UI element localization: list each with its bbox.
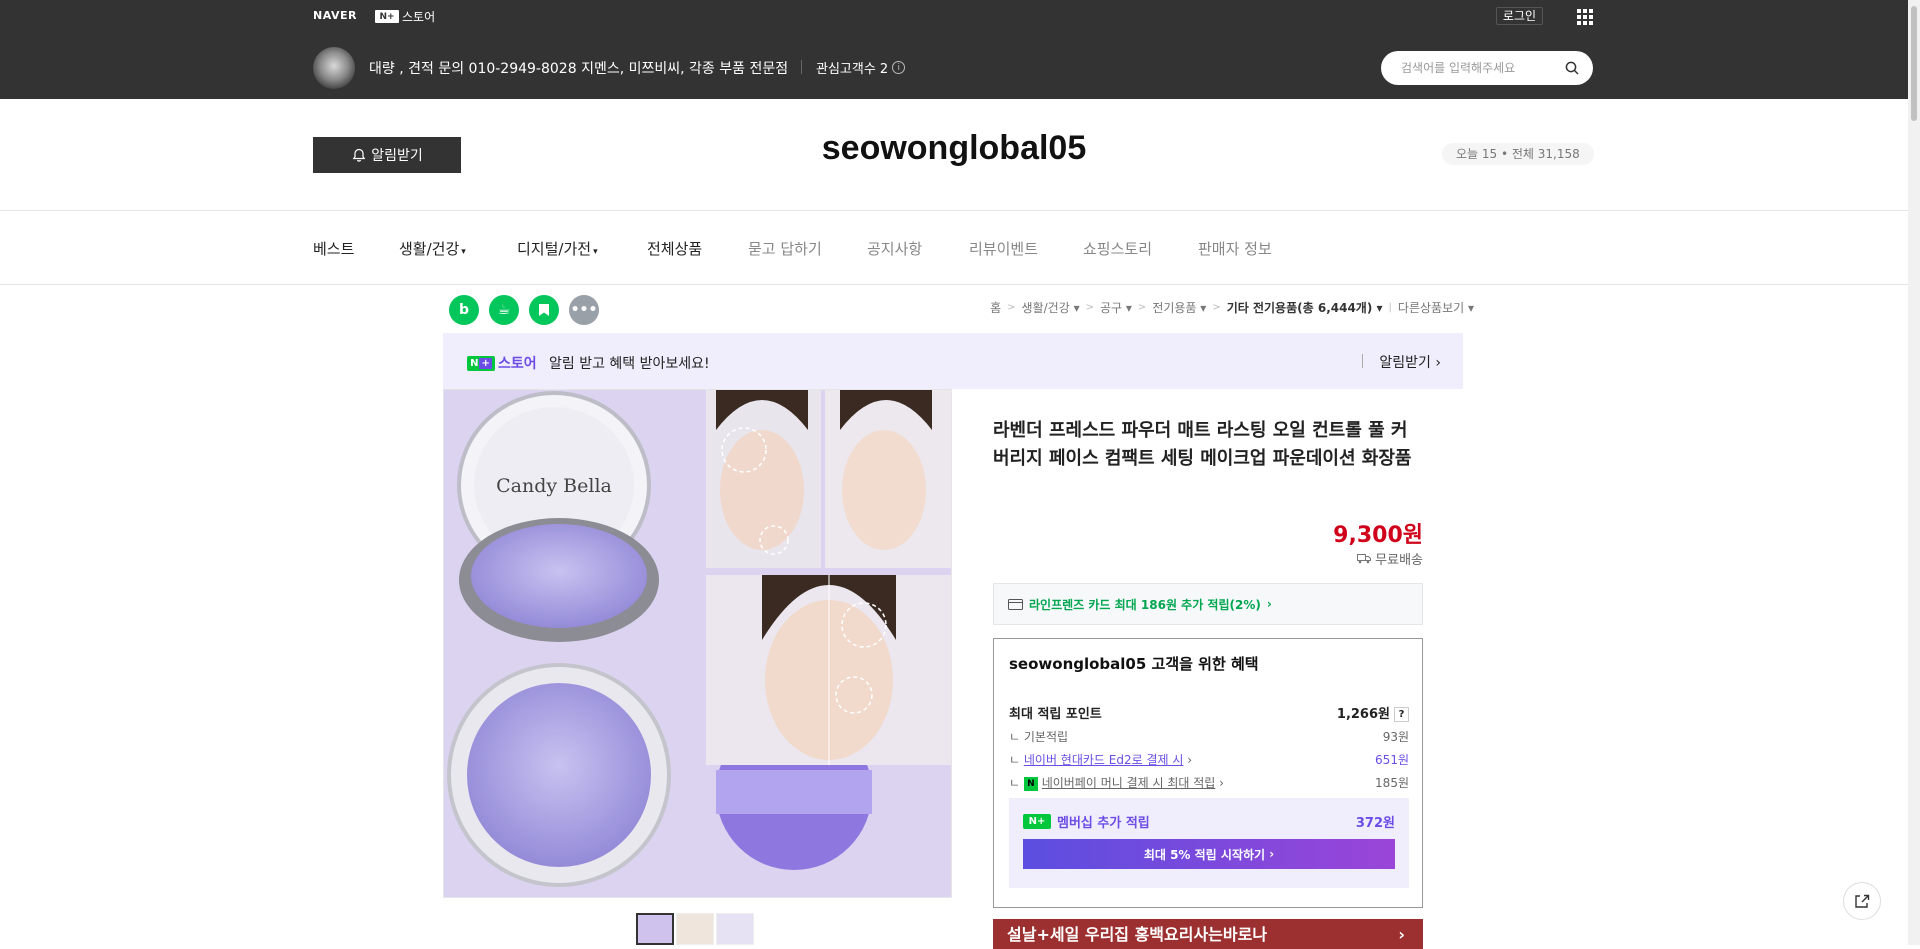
store-title[interactable]: seowonglobal05 — [0, 129, 1908, 168]
blog-icon[interactable]: b — [449, 295, 479, 325]
more-icon[interactable]: ••• — [569, 295, 599, 325]
basic-points-row: ㄴ 기본적립 93원 — [1009, 730, 1409, 744]
membership-box: N+ 멤버십 추가 적립 372원 최대 5% 적립 시작하기 › — [1009, 798, 1409, 888]
max-points-row: 최대 적립 포인트 1,266원? — [1009, 703, 1409, 722]
info-icon[interactable]: i — [892, 61, 906, 74]
membership-cta-button[interactable]: 최대 5% 적립 시작하기 › — [1023, 839, 1395, 869]
ad-banner-text: 설날+세일 우리집 홍백요리사는바로나 — [1007, 925, 1268, 944]
login-button[interactable]: 로그인 — [1495, 7, 1543, 25]
credit-card-icon — [1008, 598, 1023, 610]
breadcrumb-item[interactable]: 공구 ▾ — [1100, 299, 1132, 316]
image-thumbnails — [636, 913, 754, 945]
scrollbar[interactable] — [1908, 0, 1920, 945]
store-avatar[interactable] — [313, 47, 355, 89]
nav-item-review-event[interactable]: 리뷰이벤트 — [969, 238, 1038, 259]
chevron-down-icon: ▾ — [461, 247, 466, 257]
card-benefit-box[interactable]: 라인프렌즈 카드 최대 186원 추가 적립(2%) › — [993, 583, 1423, 625]
nav-item-best[interactable]: 베스트 — [313, 238, 354, 259]
thumbnail[interactable] — [716, 913, 754, 945]
naver-store-logo-text: 스토어 — [402, 10, 436, 24]
share-button[interactable] — [1843, 882, 1881, 920]
other-products-link[interactable]: 다른상품보기 ▾ — [1398, 299, 1474, 316]
naver-logo[interactable]: NAVER — [313, 9, 357, 22]
nav-item-label: 생활/건강 — [399, 240, 460, 258]
chevron-down-icon: ▾ — [593, 247, 598, 257]
membership-label: N+ 멤버십 추가 적립 — [1023, 812, 1150, 831]
bookmark-icon[interactable] — [529, 295, 559, 325]
npay-icon: N — [1023, 776, 1038, 791]
nav-item-living-health[interactable]: 생활/건강 ▾ — [399, 238, 466, 259]
nplus-badge: N+ — [467, 355, 495, 371]
breadcrumb: 홈 > 생활/건강 ▾ > 공구 ▾ > 전기용품 ▾ > 기타 전기용품(총 … — [990, 299, 1474, 316]
membership-value: 372원 — [1355, 816, 1395, 831]
app-grid-icon[interactable] — [1577, 9, 1593, 25]
delivery-info: 무료배송 — [1357, 549, 1423, 568]
nav-item-label: 디지털/가전 — [517, 240, 592, 258]
nav-item-shopping-story[interactable]: 쇼핑스토리 — [1083, 238, 1152, 259]
chevron-right-icon: › — [1266, 597, 1272, 611]
benefit-box: seowonglobal05 고객을 위한 혜택 최대 적립 포인트 1,266… — [993, 638, 1423, 908]
favorite-count[interactable]: 관심고객수 2 i — [816, 58, 906, 77]
nav-item-qna[interactable]: 묻고 답하기 — [748, 238, 822, 259]
nav-item-notice[interactable]: 공지사항 — [867, 238, 922, 259]
product-price: 9,300원 — [1333, 523, 1423, 548]
card-points-link[interactable]: 네이버 현대카드 Ed2로 결제 시 — [1024, 753, 1184, 767]
store-description[interactable]: 대량 , 견적 문의 010-2949-8028 지멘스, 미쯔비씨, 각종 부… — [369, 58, 788, 78]
nav-item-digital[interactable]: 디지털/가전 ▾ — [517, 238, 598, 259]
promo-message: 알림 받고 혜택 받아보세요! — [549, 356, 710, 372]
nav-item-all-products[interactable]: 전체상품 — [647, 238, 702, 259]
product-title: 라벤더 프레스드 파우더 매트 라스팅 오일 컨트롤 풀 커버리지 페이스 컴팩… — [993, 420, 1412, 469]
card-points-row: ㄴ 네이버 현대카드 Ed2로 결제 시 › 651원 — [1009, 753, 1409, 767]
max-points-label: 최대 적립 포인트 — [1009, 707, 1102, 722]
search-input[interactable] — [1399, 59, 1559, 77]
breadcrumb-home[interactable]: 홈 — [990, 299, 1001, 316]
nav-item-seller-info[interactable]: 판매자 정보 — [1198, 238, 1272, 259]
store-title-bar: 알림받기 seowonglobal05 오늘 15 • 전체 31,158 — [0, 99, 1908, 211]
pay-points-row: ㄴ N 네이버페이 머니 결제 시 최대 적립 › 185원 — [1009, 776, 1409, 791]
scrollbar-thumb[interactable] — [1911, 6, 1917, 121]
divider — [1362, 354, 1363, 368]
breadcrumb-current[interactable]: 기타 전기용품(총 6,444개) ▾ — [1227, 299, 1383, 316]
breadcrumb-item[interactable]: 생활/건강 ▾ — [1022, 299, 1080, 316]
naver-store-logo[interactable]: N+ 스토어 — [375, 8, 435, 25]
thumbnail[interactable] — [636, 913, 674, 945]
pay-points-value: 185원 — [1375, 776, 1409, 790]
search-box — [1381, 51, 1593, 85]
basic-points-label: 기본적립 — [1023, 730, 1069, 744]
store-alert-banner: N + 스토어 알림 받고 혜택 받아보세요! 알림받기 › — [443, 333, 1463, 389]
truck-icon — [1357, 554, 1372, 564]
visit-count: 오늘 15 • 전체 31,158 — [1442, 143, 1594, 165]
divider — [801, 60, 802, 74]
nplus-badge: N+ — [1023, 814, 1051, 829]
product-brand-text: Candy Bella — [496, 475, 612, 497]
top-header: NAVER N+ 스토어 로그인 대량 , 견적 문의 010-2949-802… — [0, 0, 1908, 99]
product-main-image[interactable]: Candy Bella — [443, 389, 952, 898]
promo-alert-link[interactable]: 알림받기 › — [1379, 352, 1441, 372]
thumbnail[interactable] — [676, 913, 714, 945]
max-points-value: 1,266원? — [1337, 703, 1409, 722]
search-icon[interactable] — [1565, 61, 1579, 75]
breadcrumb-item[interactable]: 전기용품 ▾ — [1152, 299, 1206, 316]
product-photo: Candy Bella — [444, 390, 951, 897]
benefit-heading: seowonglobal05 고객을 위한 혜택 — [1009, 655, 1259, 673]
nplus-badge: N+ — [375, 10, 399, 23]
promo-logo-text: 스토어 — [498, 356, 537, 372]
naver-store-logo: N + 스토어 — [467, 353, 537, 373]
basic-points-value: 93원 — [1382, 730, 1409, 744]
cafe-icon[interactable]: ☕ — [489, 295, 519, 325]
share-icon — [1855, 894, 1870, 908]
help-icon[interactable]: ? — [1394, 707, 1409, 722]
card-points-value: 651원 — [1375, 753, 1409, 767]
card-benefit-text: 라인프렌즈 카드 최대 186원 추가 적립(2%) — [1029, 597, 1261, 612]
pay-points-link[interactable]: 네이버페이 머니 결제 시 최대 적립 — [1042, 776, 1216, 790]
category-nav: 베스트 생활/건강 ▾ 디지털/가전 ▾ 전체상품 묻고 답하기 공지사항 리뷰이벤… — [0, 211, 1908, 285]
favorite-count-label: 관심고객수 2 — [816, 62, 889, 77]
delivery-label: 무료배송 — [1375, 553, 1423, 568]
